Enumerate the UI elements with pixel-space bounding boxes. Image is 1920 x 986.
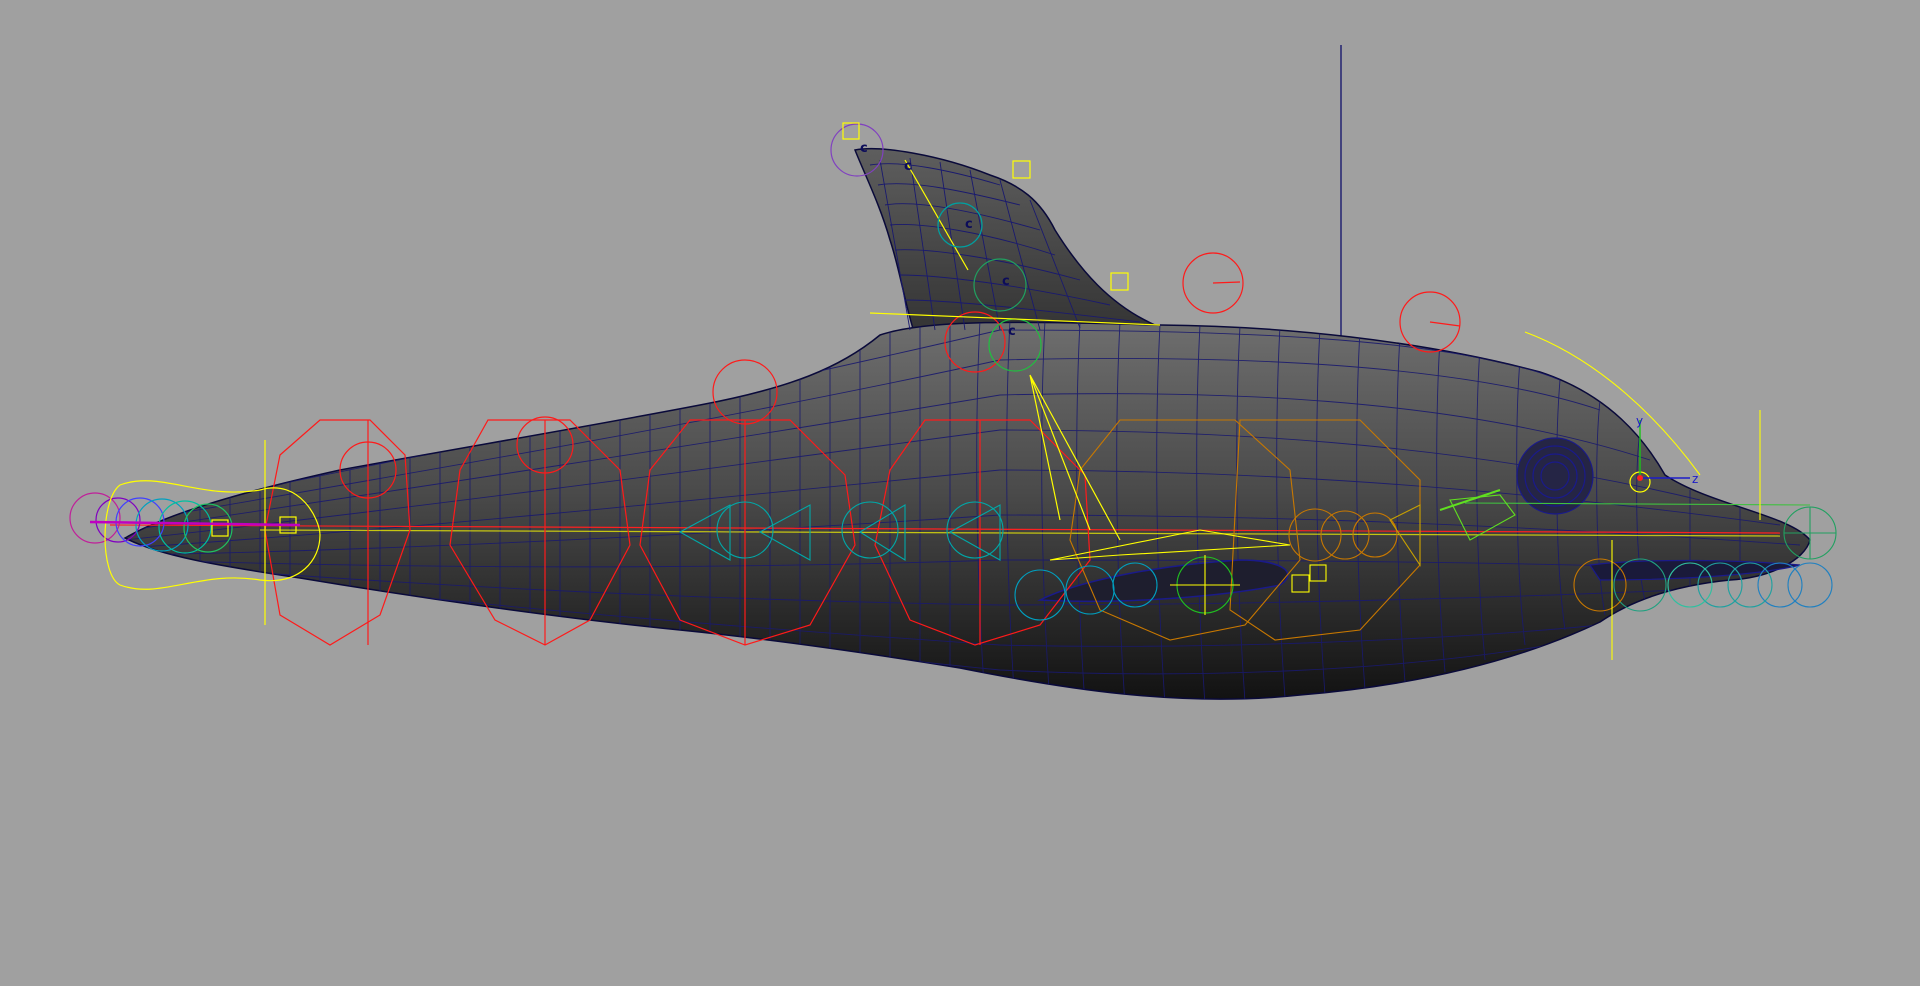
viewport-canvas[interactable]: c c c c c y z (0, 0, 1920, 986)
3d-viewport[interactable]: c c c c c y z (0, 0, 1920, 986)
dolphin-eye (1516, 437, 1594, 515)
dolphin-mesh[interactable] (123, 147, 1811, 705)
dorsal-label-3: c (965, 217, 973, 232)
axis-y-label: y (1636, 414, 1643, 428)
dorsal-label-2: c (904, 159, 912, 174)
dorsal-label-5: c (1008, 324, 1016, 339)
axis-z-label: z (1692, 472, 1698, 486)
dorsal-label-1: c (860, 141, 868, 156)
dorsal-label-4: c (1002, 274, 1010, 289)
